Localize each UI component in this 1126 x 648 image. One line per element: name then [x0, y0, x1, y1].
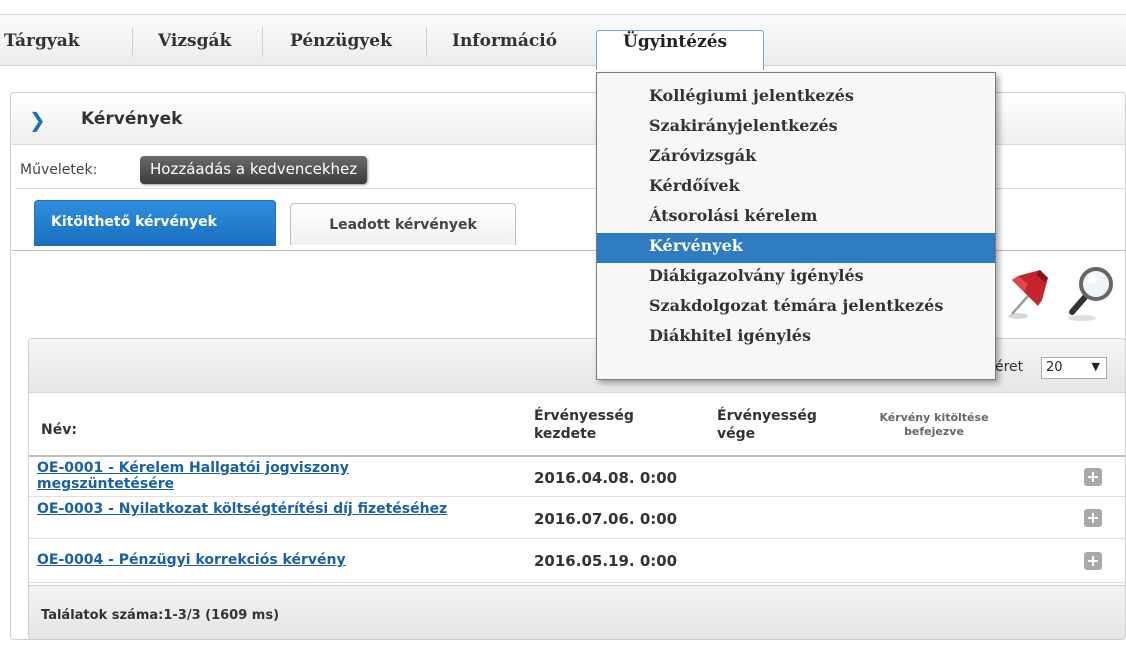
- nav-item-targyak[interactable]: Tárgyak: [4, 31, 80, 51]
- plus-icon[interactable]: +: [1084, 468, 1102, 486]
- result-count: Találatok száma:1-3/3 (1609 ms): [41, 608, 280, 623]
- menu-item[interactable]: Szakirányjelentkezés: [597, 113, 995, 143]
- tab-fillable-requests[interactable]: Kitölthető kérvények: [34, 200, 276, 246]
- plus-icon[interactable]: +: [1084, 509, 1102, 527]
- table-row: OE-0001 - Kérelem Hallgatói jogviszony m…: [29, 457, 1125, 497]
- nav-item-penzugyek[interactable]: Pénzügyek: [290, 31, 392, 51]
- nav-separator: [132, 27, 133, 57]
- request-link[interactable]: OE-0004 - Pénzügyi korrekciós kérvény: [37, 552, 477, 568]
- menu-item[interactable]: Kérdőívek: [597, 173, 995, 203]
- menu-item[interactable]: Kollégiumi jelentkezés: [597, 83, 995, 113]
- ugyintezes-dropdown-menu: Kollégiumi jelentkezés Szakirányjelentkez…: [596, 72, 996, 380]
- nav-separator: [262, 27, 263, 57]
- add-to-favorites-button[interactable]: Hozzáadás a kedvencekhez: [140, 156, 368, 184]
- table-footer: Találatok száma:1-3/3 (1609 ms): [29, 585, 1125, 639]
- menu-item[interactable]: Átsorolási kérelem: [597, 203, 995, 233]
- menu-item[interactable]: Diákigazolvány igénylés: [597, 263, 995, 293]
- column-header-completed[interactable]: Kérvény kitöltése befejezve: [859, 411, 1009, 439]
- nav-item-vizsgak[interactable]: Vizsgák: [158, 31, 231, 51]
- nav-item-informacio[interactable]: Információ: [452, 31, 557, 51]
- pushpin-icon[interactable]: [1004, 262, 1056, 324]
- menu-item[interactable]: Záróvizsgák: [597, 143, 995, 173]
- table-row: OE-0003 - Nyilatkozat költségtérítési dí…: [29, 497, 1125, 539]
- column-header-start[interactable]: Érvényesség kezdete: [534, 407, 684, 443]
- requests-table: éret 20 ▼ Név: Érvényesség kezdete Érvén…: [28, 338, 1126, 640]
- tab-submitted-requests[interactable]: Leadott kérvények: [290, 203, 516, 245]
- start-date: 2016.05.19. 0:00: [534, 552, 678, 570]
- chevron-right-icon[interactable]: ❯: [29, 108, 46, 132]
- page-size-label: éret: [995, 359, 1024, 375]
- page-title: Kérvények: [81, 109, 183, 129]
- menu-item[interactable]: Diákhitel igénylés: [597, 323, 995, 353]
- operations-label: Műveletek:: [20, 162, 98, 178]
- magnifier-icon[interactable]: [1062, 262, 1118, 324]
- page-size-select[interactable]: 20 ▼: [1041, 357, 1107, 379]
- table-row: OE-0004 - Pénzügyi korrekciós kérvény 20…: [29, 539, 1125, 583]
- plus-icon[interactable]: +: [1084, 552, 1102, 570]
- page-size-value: 20: [1046, 360, 1063, 375]
- request-link[interactable]: OE-0003 - Nyilatkozat költségtérítési dí…: [37, 501, 477, 517]
- request-link[interactable]: OE-0001 - Kérelem Hallgatói jogviszony m…: [37, 460, 477, 492]
- nav-separator: [426, 27, 427, 57]
- nav-item-ugyintezes-label: Ügyintézés: [623, 32, 728, 52]
- column-header-end[interactable]: Érvényesség vége: [717, 407, 847, 443]
- top-navigation: Tárgyak Vizsgák Pénzügyek Információ: [0, 14, 1126, 66]
- column-header-name[interactable]: Név:: [41, 421, 77, 439]
- start-date: 2016.04.08. 0:00: [534, 469, 678, 487]
- start-date: 2016.07.06. 0:00: [534, 510, 678, 528]
- nav-item-ugyintezes[interactable]: Ügyintézés: [596, 30, 764, 70]
- chevron-down-icon: ▼: [1091, 360, 1100, 373]
- menu-item[interactable]: Kérvények: [597, 233, 995, 263]
- menu-item[interactable]: Szakdolgozat témára jelentkezés: [597, 293, 995, 323]
